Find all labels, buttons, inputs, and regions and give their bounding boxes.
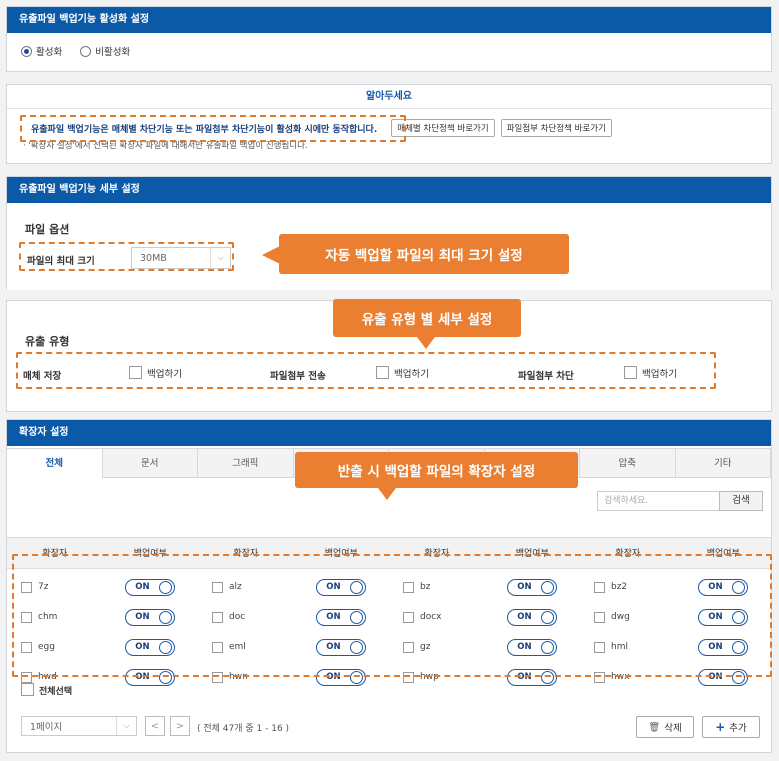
notice-title: 알아두세요 [7, 85, 771, 109]
tab-compress[interactable]: 압축 [580, 448, 676, 478]
detail-title: 유출파일 백업기능 세부 설정 [7, 177, 771, 203]
select-all-label: 전체선택 [39, 687, 73, 697]
tab-graphic[interactable]: 그래픽 [198, 448, 294, 478]
tab-document[interactable]: 문서 [102, 448, 198, 478]
plus-icon: + [715, 720, 726, 734]
select-all-checkbox[interactable] [21, 683, 34, 696]
extension-title: 확장자 설정 [7, 420, 771, 446]
delete-button[interactable]: 🗑 삭제 [636, 716, 694, 738]
prev-page-button[interactable]: < [145, 716, 165, 736]
radio-activate-label: 활성화 [36, 47, 63, 58]
add-button[interactable]: + 추가 [702, 716, 760, 738]
page-select[interactable]: 1페이지 ⌵ [21, 716, 137, 736]
panel-title: 유출파일 백업기능 활성화 설정 [7, 7, 771, 33]
page-info: ( 전체 47개 중 1 - 16 ) [197, 724, 290, 734]
radio-deactivate[interactable]: 비활성화 [80, 44, 130, 58]
callout-leak-type: 유출 유형 별 세부 설정 [333, 299, 521, 337]
trash-icon: 🗑 [648, 721, 661, 733]
chevron-down-icon: ⌵ [116, 717, 136, 735]
add-label: 추가 [729, 723, 747, 734]
radio-deactivate-label: 비활성화 [95, 47, 131, 58]
tab-etc[interactable]: 기타 [675, 448, 771, 478]
next-page-button[interactable]: > [170, 716, 190, 736]
callout-arrow-down [417, 337, 435, 349]
highlight-extension-rows [12, 554, 772, 677]
media-policy-link-button[interactable]: 매체별 차단정책 바로가기 [391, 119, 495, 137]
callout-max-size: 자동 백업할 파일의 최대 크기 설정 [279, 234, 569, 274]
attach-policy-link-button[interactable]: 파일첨부 차단정책 바로가기 [500, 119, 612, 137]
callout-arrow-down-2 [378, 488, 396, 500]
highlight-max-size [19, 242, 234, 271]
page-select-value: 1페이지 [30, 722, 63, 733]
highlight-notice [20, 115, 406, 142]
radio-unselected-icon [80, 45, 92, 57]
callout-extension: 반출 시 백업할 파일의 확장자 설정 [295, 452, 578, 488]
radio-selected-icon [21, 45, 32, 57]
highlight-leak-types [16, 352, 716, 389]
callout-arrow-left [262, 246, 280, 264]
tab-all[interactable]: 전체 [7, 448, 103, 478]
radio-activate[interactable]: 활성화 [21, 44, 62, 58]
backup-activation-panel: 유출파일 백업기능 활성화 설정 활성화 비활성화 [6, 6, 772, 72]
file-option-heading: 파일 옵션 [25, 223, 70, 236]
search-button[interactable]: 검색 [719, 491, 763, 511]
search-input[interactable]: 검색하세요. [597, 491, 721, 511]
delete-label: 삭제 [664, 723, 682, 734]
